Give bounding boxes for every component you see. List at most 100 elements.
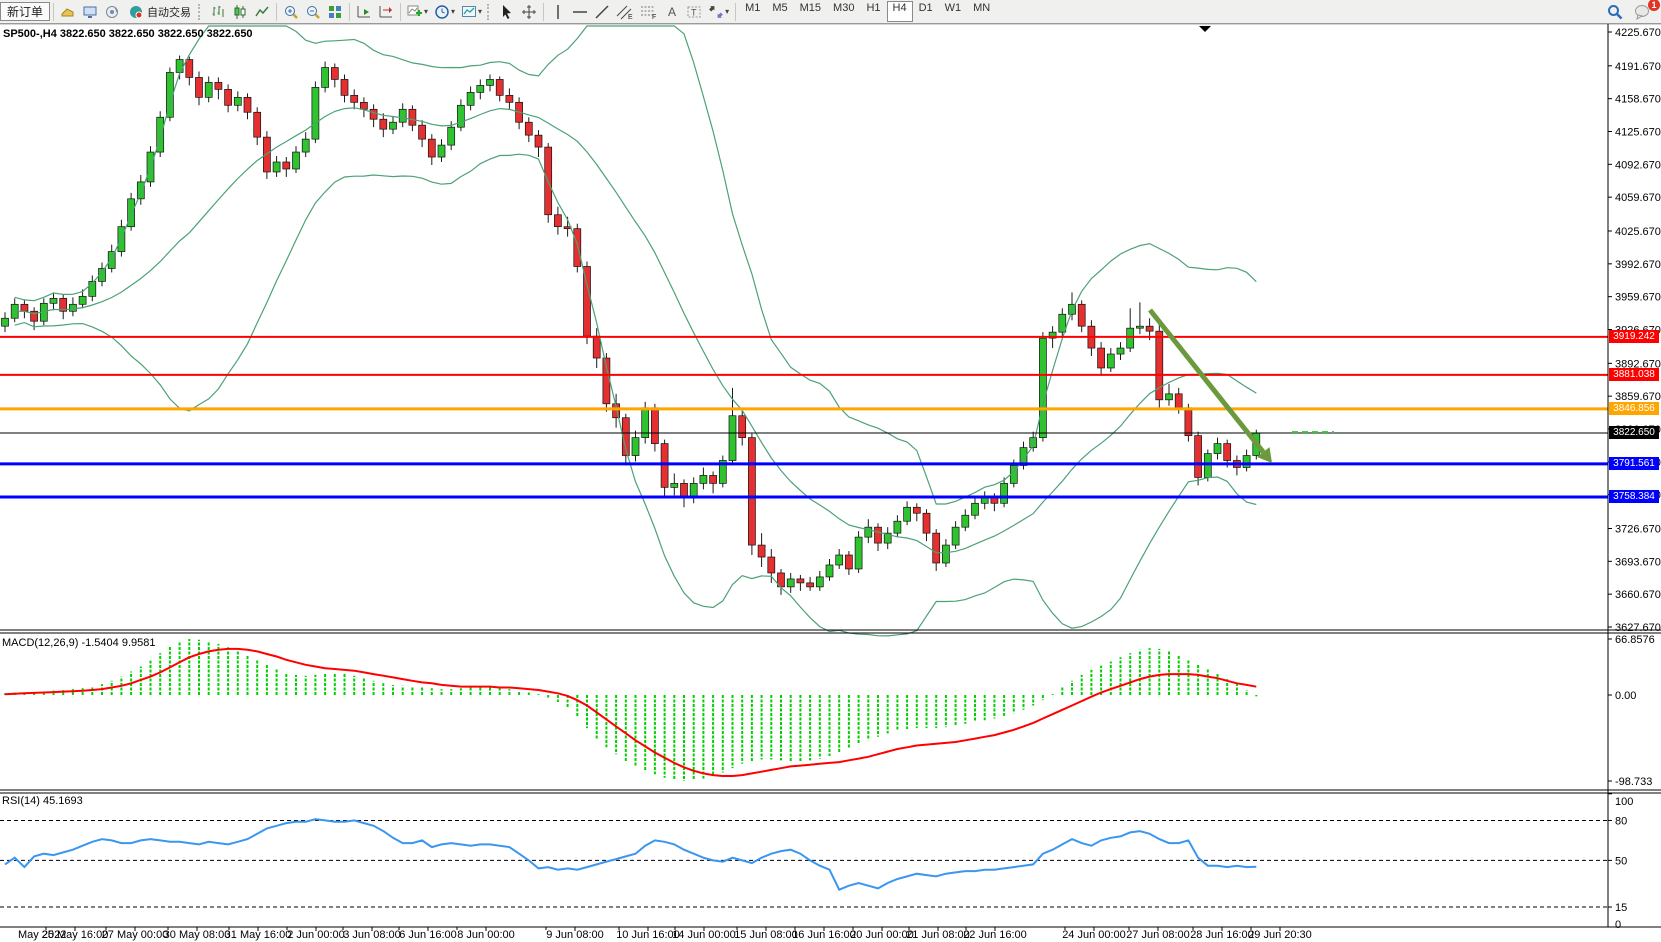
auto-trading-button[interactable]: 自动交易 xyxy=(123,2,196,22)
timeframe-button-MN[interactable]: MN xyxy=(967,1,996,22)
candlestick-chart-type-icon[interactable] xyxy=(229,2,251,22)
candle xyxy=(690,483,697,497)
candle xyxy=(535,135,542,147)
chart-shift-icon[interactable] xyxy=(375,2,397,22)
chart-canvas[interactable]: 4225.6704191.6704158.6704125.6704092.670… xyxy=(0,0,1661,942)
candle xyxy=(205,82,212,97)
candle xyxy=(1136,326,1143,328)
auto-scroll-icon[interactable] xyxy=(353,2,375,22)
candle xyxy=(913,507,920,513)
svg-text:3627.670: 3627.670 xyxy=(1615,622,1661,634)
candle xyxy=(283,162,290,169)
timeframe-button-D1[interactable]: D1 xyxy=(913,1,939,22)
timeframe-button-W1[interactable]: W1 xyxy=(939,1,968,22)
timeframe-button-M1[interactable]: M1 xyxy=(739,1,766,22)
tile-windows-icon[interactable] xyxy=(324,2,346,22)
signal-icon[interactable] xyxy=(101,2,123,22)
chevron-down-icon: ▾ xyxy=(451,7,455,16)
horizontal-line-tool-icon[interactable] xyxy=(569,2,591,22)
candle xyxy=(768,557,775,573)
candle xyxy=(79,296,86,304)
candle xyxy=(21,304,28,311)
main-toolbar: 新订单 自动交易 xyxy=(0,0,1661,24)
chat-notifications-icon[interactable]: 1 xyxy=(1631,2,1655,22)
search-icon[interactable] xyxy=(1603,2,1627,22)
candle xyxy=(186,60,193,78)
candle xyxy=(128,199,135,227)
macd-indicator-label: MACD(12,26,9) -1.5404 9.9581 xyxy=(2,637,155,649)
zoom-out-icon[interactable] xyxy=(302,2,324,22)
svg-text:3660.670: 3660.670 xyxy=(1615,589,1661,601)
candle xyxy=(1243,456,1250,468)
svg-text:E: E xyxy=(628,14,633,20)
toolbar-separator xyxy=(349,3,350,21)
candle xyxy=(923,513,930,533)
line-chart-type-icon[interactable] xyxy=(251,2,273,22)
new-order-button[interactable]: 新订单 xyxy=(0,2,50,21)
candle xyxy=(419,125,426,139)
candle xyxy=(681,483,688,497)
auto-trading-label: 自动交易 xyxy=(147,4,191,20)
candle xyxy=(816,577,823,587)
price-tag-3846.856[interactable]: 3846.856 xyxy=(1609,402,1659,415)
svg-text:4125.670: 4125.670 xyxy=(1615,126,1661,138)
candle xyxy=(748,438,755,545)
svg-text:80: 80 xyxy=(1615,815,1627,827)
fibonacci-tool-icon[interactable]: F xyxy=(637,2,661,22)
market-watch-icon[interactable] xyxy=(57,2,79,22)
svg-text:4025.670: 4025.670 xyxy=(1615,226,1661,238)
timeframe-button-H1[interactable]: H1 xyxy=(860,1,886,22)
candle xyxy=(428,139,435,157)
terminal-window-icon[interactable] xyxy=(79,2,101,22)
price-tag-3822.650[interactable]: 3822.650 xyxy=(1609,426,1659,439)
candle xyxy=(409,109,416,125)
equidistant-channel-tool-icon[interactable]: E xyxy=(613,2,637,22)
timeframe-button-M5[interactable]: M5 xyxy=(766,1,793,22)
candle xyxy=(1146,326,1153,331)
price-tag-3881.038[interactable]: 3881.038 xyxy=(1609,368,1659,381)
price-tag-3919.242[interactable]: 3919.242 xyxy=(1609,330,1659,343)
cursor-tool-icon[interactable] xyxy=(496,2,518,22)
indicators-add-button[interactable]: ▾ xyxy=(404,2,431,22)
price-tag-3791.561[interactable]: 3791.561 xyxy=(1609,457,1659,470)
svg-text:0.00: 0.00 xyxy=(1615,690,1636,702)
candle xyxy=(1195,436,1202,478)
candle xyxy=(370,109,377,119)
candle xyxy=(933,533,940,563)
svg-text:-98.733: -98.733 xyxy=(1615,776,1652,788)
candle xyxy=(457,105,464,127)
timeframe-button-M30[interactable]: M30 xyxy=(827,1,860,22)
zoom-in-icon[interactable] xyxy=(280,2,302,22)
candle xyxy=(1001,483,1008,503)
templates-button[interactable]: ▾ xyxy=(458,2,485,22)
candle xyxy=(807,583,814,587)
svg-text:4059.670: 4059.670 xyxy=(1615,192,1661,204)
candle xyxy=(671,483,678,487)
crosshair-tool-icon[interactable] xyxy=(518,2,540,22)
candle xyxy=(215,82,222,89)
vertical-line-tool-icon[interactable] xyxy=(547,2,569,22)
candle xyxy=(1107,354,1114,368)
toolbar-separator xyxy=(735,3,736,21)
timeframe-button-H4[interactable]: H4 xyxy=(887,1,913,22)
toolbar-drag-handle xyxy=(198,4,205,20)
trendline-tool-icon[interactable] xyxy=(591,2,613,22)
candle xyxy=(593,336,600,358)
candle xyxy=(942,545,949,563)
arrows-tool-button[interactable]: ▾ xyxy=(705,2,732,22)
candle xyxy=(525,122,532,135)
svg-text:15: 15 xyxy=(1615,902,1627,914)
text-label-tool-icon[interactable]: T xyxy=(683,2,705,22)
price-tag-3758.384[interactable]: 3758.384 xyxy=(1609,490,1659,503)
chart-area[interactable]: 4225.6704191.6704158.6704125.6704092.670… xyxy=(0,0,1661,942)
bar-chart-type-icon[interactable] xyxy=(207,2,229,22)
timeframe-button-M15[interactable]: M15 xyxy=(794,1,827,22)
rsi-indicator-label: RSI(14) 45.1693 xyxy=(2,795,83,807)
periods-button[interactable]: ▾ xyxy=(431,2,458,22)
candle xyxy=(797,579,804,583)
candle xyxy=(1098,348,1105,368)
text-tool-icon[interactable]: A xyxy=(661,2,683,22)
candle xyxy=(739,416,746,438)
candle xyxy=(554,215,561,227)
toolbar-drag-handle xyxy=(487,4,494,20)
